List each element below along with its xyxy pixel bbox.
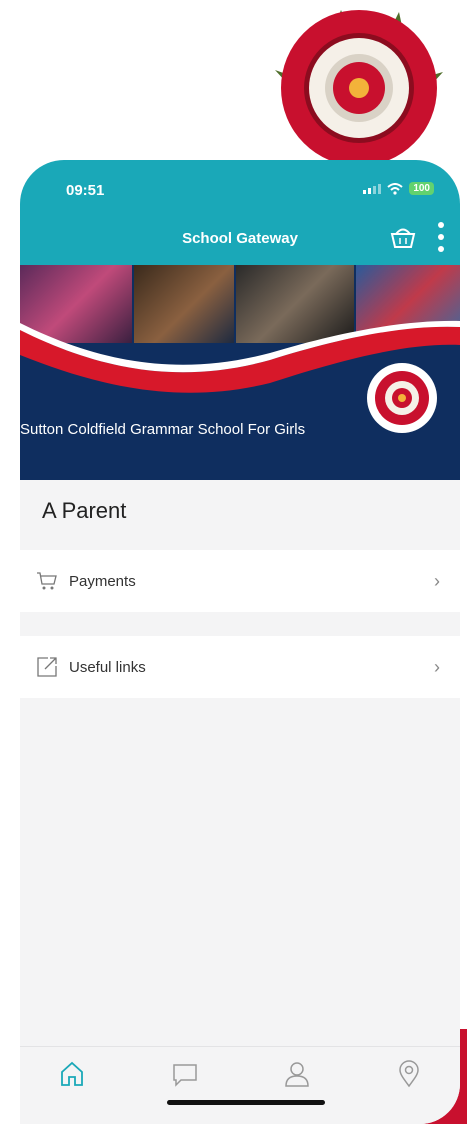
menu-item-payments[interactable]: Payments ›: [20, 550, 460, 612]
wifi-icon: [387, 182, 403, 195]
messages-icon[interactable]: [170, 1059, 200, 1089]
chevron-right-icon: ›: [434, 570, 440, 591]
menu-item-useful-links[interactable]: Useful links ›: [20, 636, 460, 698]
school-banner: Sutton Coldfield Grammar School For Girl…: [20, 265, 460, 480]
home-icon[interactable]: [57, 1059, 87, 1089]
bottom-tab-bar: [20, 1046, 460, 1124]
school-crest-icon: [367, 363, 437, 433]
chevron-right-icon: ›: [434, 656, 440, 677]
battery-indicator: 100: [409, 182, 434, 195]
home-indicator: [167, 1100, 325, 1105]
more-options-button[interactable]: [434, 222, 448, 252]
school-name: Sutton Coldfield Grammar School For Girl…: [20, 421, 306, 438]
rose-emblem-icon: [275, 10, 443, 165]
profile-icon[interactable]: [282, 1059, 312, 1089]
external-link-icon: [37, 657, 57, 677]
status-icons: 100: [363, 182, 434, 195]
signal-icon: [363, 183, 382, 194]
location-icon[interactable]: [394, 1059, 424, 1089]
basket-button[interactable]: [387, 223, 419, 251]
user-name: A Parent: [42, 498, 127, 523]
menu-item-label: Payments: [69, 572, 136, 590]
menu-item-label: Useful links: [69, 658, 146, 676]
status-time: 09:51: [66, 182, 105, 199]
phone-screen: 09:51 100 School Gateway Sutton Coldfiel…: [20, 160, 460, 1124]
app-header: 09:51 100 School Gateway: [20, 160, 460, 265]
shopping-cart-icon: [37, 572, 57, 590]
